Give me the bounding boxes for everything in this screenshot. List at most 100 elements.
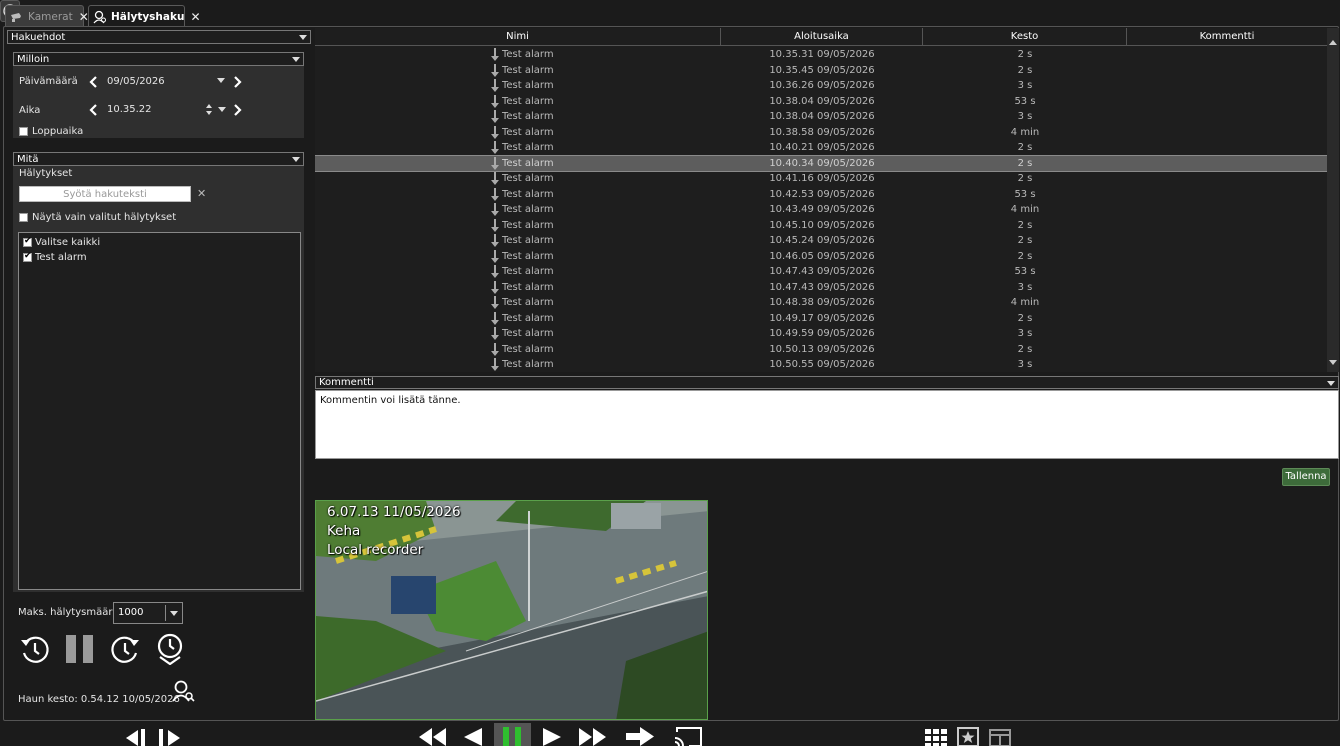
table-scrollbar[interactable] — [1327, 28, 1339, 372]
table-row[interactable]: Test alarm 10.45.10 09/05/2026 2 s — [315, 218, 1327, 234]
table-row[interactable]: Test alarm 10.43.49 09/05/2026 4 min — [315, 202, 1327, 218]
arrow-down-icon — [491, 327, 499, 341]
table-row[interactable]: Test alarm 10.42.53 09/05/2026 53 s — [315, 187, 1327, 203]
chevron-down-icon — [299, 35, 307, 40]
table-row[interactable]: Test alarm 10.49.59 09/05/2026 3 s — [315, 326, 1327, 342]
max-alarms-value: 1000 — [118, 607, 144, 618]
play-icon[interactable] — [541, 727, 563, 746]
tab-cameras[interactable]: Kamerat ✕ — [5, 5, 89, 27]
alarm-search-input[interactable]: Syötä hakuteksti — [19, 186, 191, 202]
what-dropdown[interactable]: Mitä — [13, 152, 304, 166]
go-to-live-icon[interactable] — [625, 727, 655, 746]
search-duration-text: Haun kesto: 0.54.12 10/05/2026 — [18, 694, 180, 705]
arrow-down-icon — [491, 249, 499, 264]
table-row[interactable]: Test alarm 10.38.04 09/05/2026 3 s — [315, 109, 1327, 125]
date-picker-icon[interactable] — [217, 78, 225, 83]
end-time-checkbox[interactable] — [19, 127, 28, 136]
cell-duration: 2 s — [1017, 250, 1033, 262]
save-button[interactable]: Tallenna — [1282, 468, 1330, 486]
table-row[interactable]: Test alarm 10.35.45 09/05/2026 2 s — [315, 63, 1327, 79]
table-row[interactable]: Test alarm 10.35.31 09/05/2026 2 s — [315, 47, 1327, 63]
next-date-icon[interactable] — [232, 76, 242, 88]
grid-view-icon[interactable] — [925, 729, 947, 746]
user-search-icon — [93, 10, 107, 24]
user-search-icon[interactable] — [171, 679, 195, 703]
scroll-up-icon[interactable] — [1329, 40, 1337, 45]
cell-duration: 3 s — [1017, 281, 1033, 293]
cell-name: Test alarm — [315, 233, 721, 249]
table-row[interactable]: Test alarm 10.50.13 09/05/2026 2 s — [315, 342, 1327, 358]
cell-start-time: 10.38.04 09/05/2026 — [769, 95, 875, 107]
scroll-down-icon[interactable] — [1329, 360, 1337, 365]
layout-view-icon[interactable] — [989, 729, 1011, 746]
table-row[interactable]: Test alarm 10.45.24 09/05/2026 2 s — [315, 233, 1327, 249]
table-row[interactable]: Test alarm 10.40.34 09/05/2026 2 s — [315, 154, 1327, 172]
clear-search-icon[interactable]: ✕ — [197, 187, 206, 200]
cell-comment — [1127, 94, 1327, 110]
cell-start-time: 10.45.24 09/05/2026 — [769, 235, 875, 246]
step-back-icon[interactable] — [462, 727, 484, 746]
cell-comment — [1127, 218, 1327, 234]
video-camera-name: Keha — [327, 523, 361, 539]
column-header-duration[interactable]: Kesto — [923, 28, 1127, 46]
table-row[interactable]: Test alarm 10.50.55 09/05/2026 3 s — [315, 357, 1327, 372]
table-row[interactable]: Test alarm 10.47.43 09/05/2026 53 s — [315, 264, 1327, 280]
cell-start-time: 10.47.43 09/05/2026 — [769, 266, 875, 277]
table-header: Nimi Aloitusaika Kesto Kommentti — [315, 28, 1327, 46]
cell-comment — [1127, 264, 1327, 280]
arrow-down-icon — [491, 63, 499, 78]
column-header-comment[interactable]: Kommentti — [1127, 28, 1327, 46]
cell-duration: 53 s — [1014, 266, 1036, 277]
table-row[interactable]: Test alarm 10.46.05 09/05/2026 2 s — [315, 249, 1327, 265]
show-only-selected-checkbox[interactable] — [19, 213, 28, 222]
cast-icon[interactable] — [673, 726, 703, 746]
table-row[interactable]: Test alarm 10.40.21 09/05/2026 2 s — [315, 140, 1327, 156]
favorite-view-icon[interactable] — [957, 727, 979, 746]
close-tab-icon[interactable]: ✕ — [190, 10, 200, 24]
time-value[interactable]: 10.35.22 — [107, 104, 152, 115]
table-body: Test alarm 10.35.31 09/05/2026 2 s Test ala… — [315, 47, 1327, 372]
prev-time-icon[interactable] — [89, 104, 99, 116]
alarm-name: Test alarm — [502, 173, 554, 184]
next-time-icon[interactable] — [232, 104, 242, 116]
arrow-down-icon — [491, 141, 499, 155]
alarm-list[interactable]: Valitse kaikki Test alarm — [18, 232, 301, 590]
select-all-checkbox[interactable] — [23, 236, 32, 247]
prev-date-icon[interactable] — [89, 76, 99, 88]
table-row[interactable]: Test alarm 10.36.26 09/05/2026 3 s — [315, 78, 1327, 94]
time-picker-icon[interactable] — [218, 107, 226, 112]
comment-dropdown[interactable]: Kommentti — [315, 376, 1339, 389]
search-forward-icon[interactable] — [109, 634, 141, 666]
table-row[interactable]: Test alarm 10.48.38 09/05/2026 4 min — [315, 295, 1327, 311]
table-row[interactable]: Test alarm 10.38.58 09/05/2026 4 min — [315, 125, 1327, 141]
test-alarm-checkbox[interactable] — [23, 251, 32, 262]
alarms-label: Hälytykset — [19, 168, 73, 179]
alarm-name: Test alarm — [502, 219, 554, 231]
table-row[interactable]: Test alarm 10.47.43 09/05/2026 3 s — [315, 280, 1327, 296]
table-row[interactable]: Test alarm 10.49.17 09/05/2026 2 s — [315, 311, 1327, 327]
search-criteria-dropdown[interactable]: Hakuehdot — [7, 30, 311, 44]
pause-button[interactable] — [494, 723, 531, 746]
when-dropdown[interactable]: Milloin — [13, 52, 304, 66]
fast-rewind-icon[interactable] — [418, 727, 448, 746]
table-row[interactable]: Test alarm 10.41.16 09/05/2026 2 s — [315, 171, 1327, 187]
video-player[interactable]: 6.07.13 11/05/2026 Keha Local recorder — [315, 500, 708, 720]
max-alarms-select[interactable]: 1000 — [113, 602, 183, 624]
date-value[interactable]: 09/05/2026 — [107, 76, 165, 87]
time-spinner-icon[interactable] — [205, 103, 213, 116]
arrow-down-icon — [491, 265, 499, 279]
select-all-label: Valitse kaikki — [35, 237, 101, 248]
pause-search-icon[interactable] — [65, 635, 95, 663]
tab-alarm-search[interactable]: Hälytyshaku ✕ — [88, 5, 201, 27]
collapse-panel-icon[interactable] — [124, 729, 182, 746]
comment-textarea[interactable]: Kommentin voi lisätä tänne. — [315, 390, 1339, 459]
table-row[interactable]: Test alarm 10.38.04 09/05/2026 53 s — [315, 94, 1327, 110]
column-header-name[interactable]: Nimi — [315, 28, 721, 46]
alarm-name: Test alarm — [502, 64, 554, 76]
cell-start-time: 10.41.16 09/05/2026 — [769, 173, 875, 184]
cell-duration: 3 s — [1017, 328, 1033, 339]
search-around-icon[interactable] — [154, 633, 186, 665]
fast-forward-icon[interactable] — [577, 727, 607, 746]
search-backward-icon[interactable] — [19, 634, 51, 666]
column-header-start[interactable]: Aloitusaika — [721, 28, 923, 46]
